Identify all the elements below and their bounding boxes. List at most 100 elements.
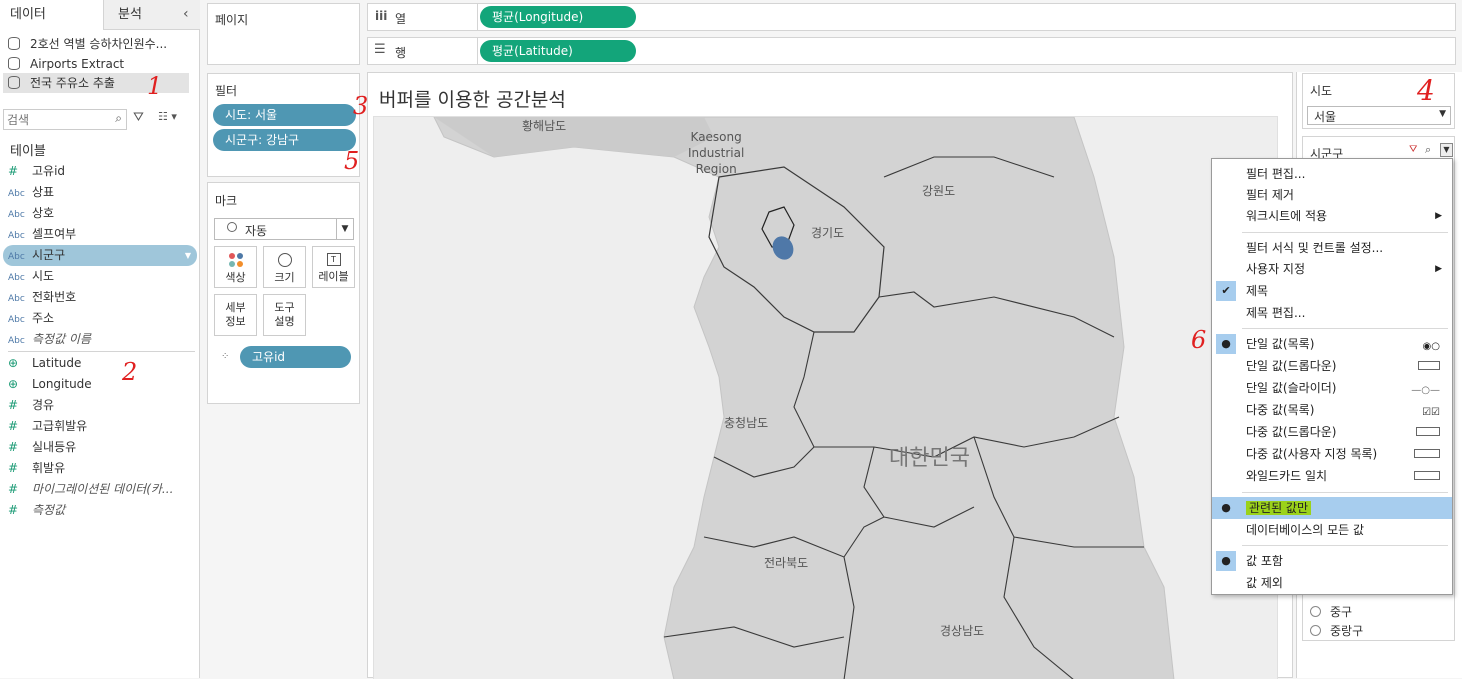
filter-icon[interactable]: ⛛: [133, 110, 144, 125]
string-type-icon: Abc: [8, 231, 25, 241]
field-item[interactable]: Abc 측정값 이름: [8, 329, 91, 350]
field-item[interactable]: # 마이그레이션된 데이터(카...: [8, 479, 173, 500]
menu-item-single-dropdown[interactable]: 단일 값(드롭다운): [1212, 355, 1452, 377]
worksheet-title: 버퍼를 이용한 공간분석: [379, 89, 566, 111]
globe-icon: ⊕: [8, 356, 19, 370]
menu-item-edit-title[interactable]: 제목 편집...: [1212, 302, 1452, 324]
menu-item-apply-to-worksheets[interactable]: 워크시트에 적용 ▶: [1212, 205, 1452, 227]
columns-pill[interactable]: 평균(Longitude): [480, 6, 636, 28]
clear-filter-icon[interactable]: ⛛: [1409, 144, 1417, 155]
search-icon[interactable]: ⌕: [1425, 143, 1431, 157]
chevron-down-icon[interactable]: ▼: [185, 245, 191, 266]
annotation-1: 1: [147, 72, 163, 100]
menu-item-remove-filter[interactable]: 필터 제거: [1212, 184, 1452, 206]
tab-data[interactable]: 데이터: [0, 0, 103, 30]
field-item[interactable]: Abc 주소: [8, 308, 54, 329]
map-label-gyeonggi: 경기도: [811, 226, 845, 240]
radio-icon: [1310, 606, 1321, 617]
checkmark-icon: ✔: [1216, 281, 1236, 301]
color-button[interactable]: 색상: [214, 246, 257, 288]
menu-item-single-slider[interactable]: 단일 값(슬라이더) —○—: [1212, 377, 1452, 399]
filters-title: 필터: [215, 84, 238, 98]
list-item[interactable]: 중랑구: [1310, 622, 1363, 639]
filter-menu-button[interactable]: ▼: [1440, 143, 1453, 157]
columns-icon: iii: [375, 9, 388, 23]
menu-item-all-values[interactable]: 데이터베이스의 모든 값: [1212, 519, 1452, 541]
menu-item-multi-dropdown[interactable]: 다중 값(드롭다운): [1212, 421, 1452, 443]
menu-item-exclude-values[interactable]: 값 제외: [1212, 572, 1452, 594]
datasource-item[interactable]: 2호선 역별 승하차인원수...: [8, 34, 167, 54]
globe-icon: ⊕: [8, 377, 19, 391]
columns-label: 열: [395, 12, 407, 26]
string-type-icon: Abc: [8, 210, 25, 220]
field-item[interactable]: # 경유: [8, 395, 54, 416]
data-pane: 데이터 분석 ‹ 2호선 역별 승하차인원수... Airports Extra…: [0, 0, 200, 678]
sido-dropdown[interactable]: 서울 ▼: [1307, 106, 1451, 125]
number-type-icon: #: [8, 398, 19, 412]
field-item[interactable]: Abc 셀프여부: [8, 224, 76, 245]
string-type-icon: Abc: [8, 252, 25, 262]
bullet-icon: ●: [1216, 551, 1236, 571]
chevron-down-icon: ▼: [1439, 109, 1446, 119]
field-item[interactable]: # 휘발유: [8, 458, 65, 479]
field-item[interactable]: Abc 시도: [8, 266, 54, 287]
field-item[interactable]: # 실내등유: [8, 437, 76, 458]
filter-context-menu: 필터 편집... 필터 제거 워크시트에 적용 ▶ 필터 서식 및 컨트롤 설정.…: [1211, 158, 1453, 595]
dropdown-icon: [1418, 361, 1440, 370]
columns-shelf[interactable]: iii 열 평균(Longitude): [367, 3, 1456, 31]
filters-shelf[interactable]: 필터 시도: 서울 시군구: 강남구: [207, 73, 360, 177]
menu-item-include-values[interactable]: ● 값 포함: [1212, 550, 1452, 572]
field-item[interactable]: Abc 상호: [8, 203, 54, 224]
string-type-icon: Abc: [8, 315, 25, 325]
number-type-icon: #: [8, 164, 19, 178]
field-item[interactable]: # 고급휘발유: [8, 416, 87, 437]
list-item[interactable]: 중구: [1310, 603, 1352, 620]
field-item[interactable]: ⊕ Latitude: [8, 353, 81, 374]
list-view-icon[interactable]: ☷ ▾: [158, 110, 177, 123]
filter-pill-sido[interactable]: 시도: 서울: [213, 104, 356, 126]
rows-pill[interactable]: 평균(Latitude): [480, 40, 636, 62]
pages-shelf[interactable]: 페이지: [207, 3, 360, 65]
custom-list-icon: [1414, 449, 1440, 458]
filter-pill-sigungu[interactable]: 시군구: 강남구: [213, 129, 356, 151]
search-input[interactable]: [4, 110, 104, 129]
mark-type-value: 자동: [245, 224, 268, 238]
rows-shelf[interactable]: ☰ 행 평균(Latitude): [367, 37, 1456, 65]
mark-type-dropdown[interactable]: 자동 ▼: [214, 218, 354, 240]
field-item[interactable]: Abc 전화번호: [8, 287, 76, 308]
number-type-icon: #: [8, 461, 19, 475]
menu-item-single-list[interactable]: ● 단일 값(목록) ◉○: [1212, 333, 1452, 355]
string-type-icon: Abc: [8, 189, 25, 199]
search-box[interactable]: ⌕: [3, 109, 127, 130]
field-item[interactable]: # 고유id: [8, 161, 65, 182]
menu-item-wildcard[interactable]: 와일드카드 일치: [1212, 465, 1452, 487]
menu-item-title[interactable]: ✔ 제목: [1212, 280, 1452, 302]
divider: [8, 351, 195, 352]
label-button[interactable]: T 레이블: [312, 246, 355, 288]
radio-icon: [1310, 625, 1321, 636]
datasource-item[interactable]: Airports Extract: [8, 54, 124, 74]
menu-item-customize[interactable]: 사용자 지정 ▶: [1212, 258, 1452, 280]
field-item[interactable]: ⊕ Longitude: [8, 374, 92, 395]
size-button[interactable]: 크기: [263, 246, 306, 288]
map-area[interactable]: 황해남도 Kaesong Industrial Region 강원도 경기도 충…: [373, 116, 1278, 679]
field-item-selected[interactable]: Abc 시군구 ▼: [3, 245, 197, 266]
menu-item-multi-list[interactable]: 다중 값(목록) ☑☑: [1212, 399, 1452, 421]
menu-item-relevant-values[interactable]: ● 관련된 값만: [1212, 497, 1452, 519]
submenu-arrow-icon: ▶: [1435, 211, 1442, 221]
menu-item-edit-filter[interactable]: 필터 편집...: [1212, 163, 1452, 185]
submenu-arrow-icon: ▶: [1435, 264, 1442, 274]
chevron-down-icon[interactable]: ▼: [336, 219, 353, 239]
field-item[interactable]: Abc 상표: [8, 182, 54, 203]
database-icon: [8, 57, 20, 70]
field-item[interactable]: # 측정값: [8, 500, 65, 521]
menu-item-multi-custom-list[interactable]: 다중 값(사용자 지정 목록): [1212, 443, 1452, 465]
chevron-left-icon[interactable]: ‹: [183, 6, 189, 22]
tooltip-button[interactable]: 도구 설명: [263, 294, 306, 336]
string-type-icon: Abc: [8, 273, 25, 283]
detail-button[interactable]: 세부 정보: [214, 294, 257, 336]
detail-pill[interactable]: 고유id: [240, 346, 351, 368]
string-type-icon: Abc: [8, 294, 25, 304]
menu-item-format-filters[interactable]: 필터 서식 및 컨트롤 설정...: [1212, 237, 1452, 259]
sido-dropdown-value: 서울: [1314, 110, 1337, 124]
